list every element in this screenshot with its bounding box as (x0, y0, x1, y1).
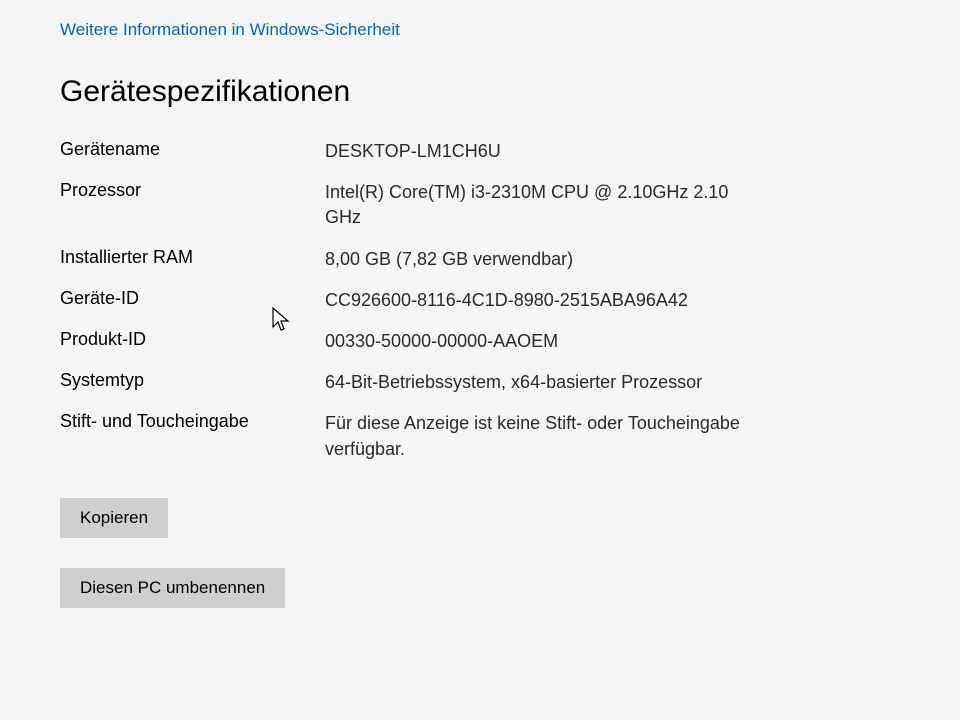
device-spec-table: Gerätename DESKTOP-LM1CH6U Prozessor Int… (60, 139, 920, 478)
spec-row-processor: Prozessor Intel(R) Core(TM) i3-2310M CPU… (60, 180, 920, 230)
rename-pc-button[interactable]: Diesen PC umbenennen (60, 568, 285, 608)
spec-row-product-id: Produkt-ID 00330-50000-00000-AAOEM (60, 329, 920, 354)
spec-label: Geräte-ID (60, 288, 325, 309)
spec-value: 00330-50000-00000-AAOEM (325, 329, 558, 354)
spec-row-device-id: Geräte-ID CC926600-8116-4C1D-8980-2515AB… (60, 288, 920, 313)
spec-label: Systemtyp (60, 370, 325, 391)
spec-value: 64-Bit-Betriebssystem, x64-basierter Pro… (325, 370, 702, 395)
spec-row-ram: Installierter RAM 8,00 GB (7,82 GB verwe… (60, 247, 920, 272)
spec-value: Für diese Anzeige ist keine Stift- oder … (325, 411, 745, 461)
spec-label: Produkt-ID (60, 329, 325, 350)
copy-button[interactable]: Kopieren (60, 498, 168, 538)
spec-label: Prozessor (60, 180, 325, 201)
windows-security-link[interactable]: Weitere Informationen in Windows-Sicherh… (60, 20, 400, 40)
spec-label: Stift- und Toucheingabe (60, 411, 325, 432)
spec-value: DESKTOP-LM1CH6U (325, 139, 501, 164)
spec-value: CC926600-8116-4C1D-8980-2515ABA96A42 (325, 288, 688, 313)
spec-label: Gerätename (60, 139, 325, 160)
spec-value: Intel(R) Core(TM) i3-2310M CPU @ 2.10GHz… (325, 180, 745, 230)
spec-row-system-type: Systemtyp 64-Bit-Betriebssystem, x64-bas… (60, 370, 920, 395)
spec-label: Installierter RAM (60, 247, 325, 268)
section-title-device-specs: Gerätespezifikationen (60, 75, 920, 109)
spec-row-pen-touch: Stift- und Toucheingabe Für diese Anzeig… (60, 411, 920, 461)
spec-row-device-name: Gerätename DESKTOP-LM1CH6U (60, 139, 920, 164)
spec-value: 8,00 GB (7,82 GB verwendbar) (325, 247, 573, 272)
